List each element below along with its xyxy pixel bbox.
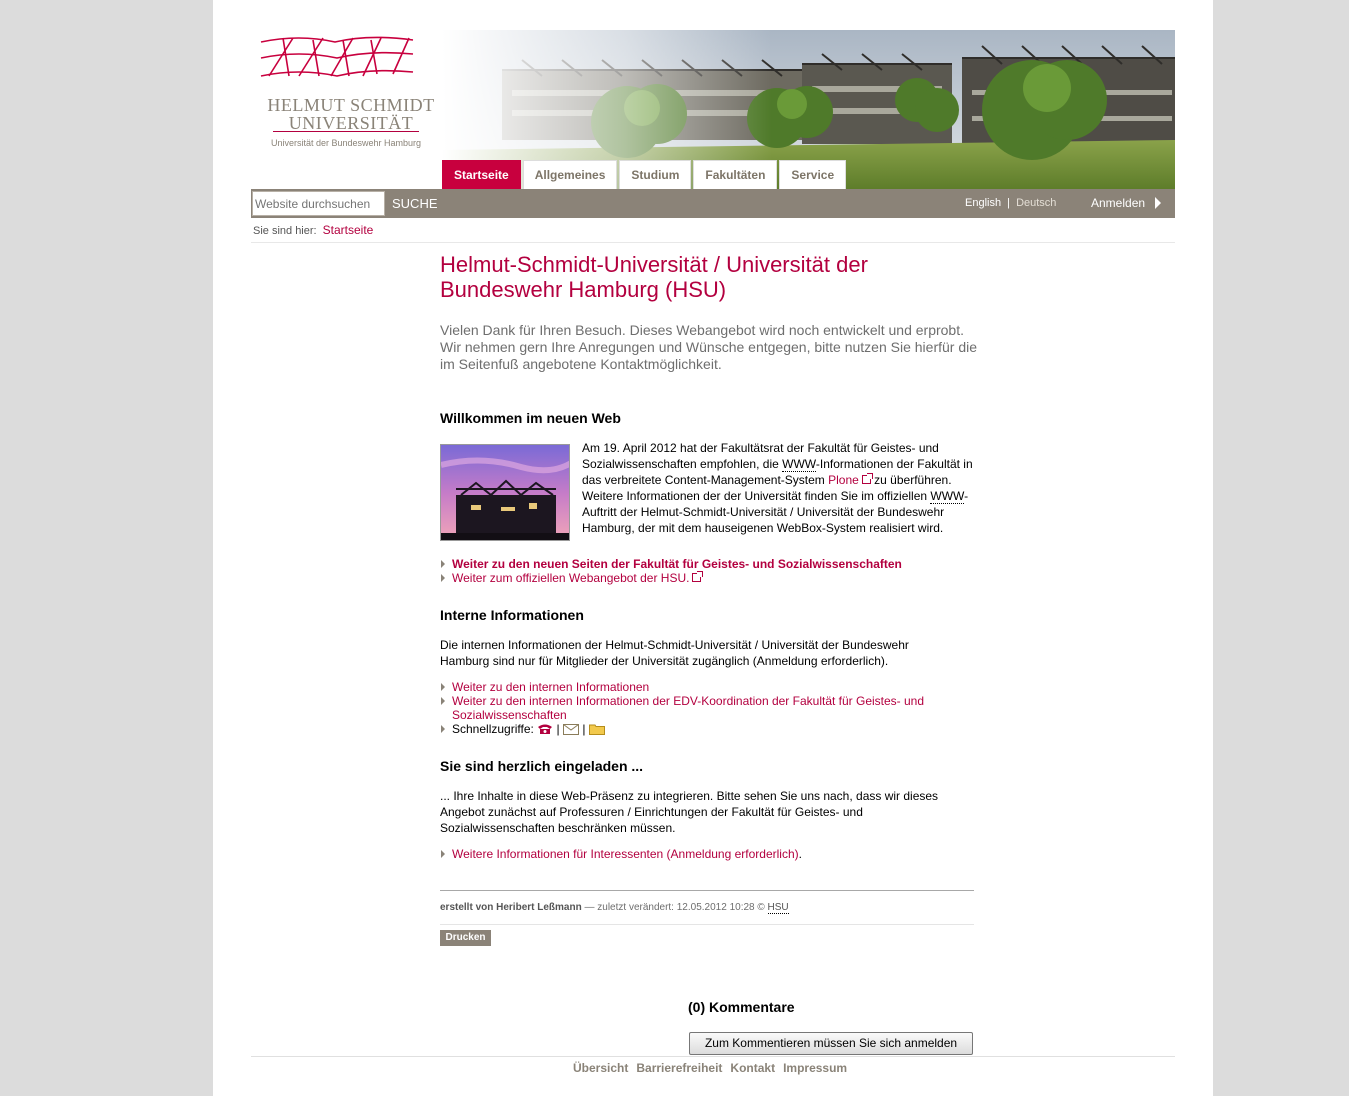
search-input[interactable] <box>252 191 385 216</box>
link-official-hsu[interactable]: Weiter zum offiziellen Webangebot der HS… <box>440 571 980 585</box>
login-button[interactable]: Anmelden <box>1091 189 1162 218</box>
logo-rule <box>273 131 419 132</box>
internal-text: Die internen Informationen der Helmut-Sc… <box>440 638 909 668</box>
footer-link-imprint[interactable]: Impressum <box>783 1061 847 1075</box>
page-lead: Vielen Dank für Ihren Besuch. Dieses Web… <box>440 322 978 372</box>
abbr-www-2: WWW <box>930 489 965 504</box>
main-nav: Startseite Allgemeines Studium Fakultäte… <box>442 160 847 189</box>
print-button[interactable]: Drucken <box>440 930 491 946</box>
welcome-text: Am 19. April 2012 hat der Fakultätsrat d… <box>582 440 974 536</box>
phone-icon[interactable] <box>537 723 553 735</box>
building-photo <box>440 444 570 541</box>
byline-org: HSU <box>767 902 789 914</box>
section-heading-invited: Sie sind herzlich eingeladen ... <box>440 758 644 774</box>
lang-deutsch-link[interactable]: Deutsch <box>1016 197 1056 209</box>
arrow-right-icon <box>1155 197 1162 209</box>
search-button[interactable]: SUCHE <box>392 189 438 218</box>
breadcrumb: Sie sind hier: Startseite <box>253 223 373 237</box>
lang-separator: | <box>1007 197 1010 209</box>
tab-studium[interactable]: Studium <box>619 160 692 189</box>
welcome-block: Am 19. April 2012 hat der Fakultätsrat d… <box>440 440 980 551</box>
divider <box>440 924 974 925</box>
link-interested-info[interactable]: Weitere Informationen für Interessenten … <box>440 847 980 861</box>
quick-access-label: Schnellzugriffe: <box>452 722 534 736</box>
plone-link[interactable]: Plone <box>828 473 859 487</box>
page-title: Helmut-Schmidt-Universität / Universität… <box>440 252 868 302</box>
footer-link-contact[interactable]: Kontakt <box>730 1061 775 1075</box>
section-heading-welcome: Willkommen im neuen Web <box>440 410 621 426</box>
link-official-hsu-label: Weiter zum offiziellen Webangebot der HS… <box>452 571 690 585</box>
internal-links: Weiter zu den internen Informationen Wei… <box>440 680 980 736</box>
tab-allgemeines[interactable]: Allgemeines <box>522 160 618 189</box>
lang-english-link[interactable]: English <box>965 197 1001 209</box>
login-label: Anmelden <box>1091 196 1146 210</box>
byline-modified: — zuletzt verändert: 12.05.2012 10:28 © <box>581 902 768 913</box>
link-interested-tail: . <box>798 847 802 861</box>
logo-line2: UNIVERSITÄT <box>288 113 414 133</box>
quick-sep-2: | <box>582 722 586 736</box>
page-sheet: HELMUT SCHMIDT UNIVERSITÄT Universität d… <box>213 0 1213 1096</box>
footer-link-overview[interactable]: Übersicht <box>573 1061 628 1075</box>
tab-fakultaeten[interactable]: Fakultäten <box>693 160 778 189</box>
logo-wing-icon <box>260 36 414 77</box>
link-internal-info-label: Weiter zu den internen Informationen <box>452 680 650 694</box>
invited-links: Weitere Informationen für Interessenten … <box>440 847 980 861</box>
tab-service[interactable]: Service <box>779 160 847 189</box>
breadcrumb-home-link[interactable]: Startseite <box>323 223 374 237</box>
main-content: Helmut-Schmidt-Universität / Universität… <box>440 252 980 861</box>
byline-author[interactable]: erstellt von Heribert Leßmann <box>440 902 582 913</box>
comments-heading: (0) Kommentare <box>688 999 795 1015</box>
logo-line1: HELMUT SCHMIDT <box>267 95 435 115</box>
section-heading-internal: Interne Informationen <box>440 607 584 623</box>
external-link-icon <box>692 571 704 582</box>
link-edv-internal-label: Weiter zu den internen Informationen der… <box>452 694 925 722</box>
logo-subtitle: Universität der Bundeswehr Hamburg <box>270 138 422 148</box>
link-new-faculty-pages[interactable]: Weiter zu den neuen Seiten der Fakultät … <box>440 557 980 571</box>
breadcrumb-label: Sie sind hier: <box>253 225 317 237</box>
invited-text: ... Ihre Inhalte in diese Web-Präsenz zu… <box>440 789 939 835</box>
divider <box>251 242 1175 243</box>
quick-access: Schnellzugriffe: | | <box>440 722 980 736</box>
divider <box>440 890 974 891</box>
quick-sep: | <box>556 722 560 736</box>
folder-icon[interactable] <box>588 723 605 735</box>
tab-startseite[interactable]: Startseite <box>442 160 521 189</box>
link-edv-internal[interactable]: Weiter zu den internen Informationen der… <box>440 694 940 722</box>
language-switcher: English | Deutsch <box>965 189 1056 218</box>
footer-nav: Übersicht Barrierefreiheit Kontakt Impre… <box>573 1061 847 1075</box>
university-logo[interactable]: HELMUT SCHMIDT UNIVERSITÄT Universität d… <box>251 30 441 160</box>
footer-link-accessibility[interactable]: Barrierefreiheit <box>636 1061 722 1075</box>
link-new-faculty-pages-label: Weiter zu den neuen Seiten der Fakultät … <box>452 557 902 571</box>
footer-divider <box>251 1056 1175 1057</box>
abbr-www: WWW <box>782 457 816 472</box>
external-link-icon <box>861 473 873 484</box>
welcome-links: Weiter zu den neuen Seiten der Fakultät … <box>440 557 980 585</box>
link-interested-info-label: Weitere Informationen für Interessenten … <box>452 847 799 861</box>
link-internal-info[interactable]: Weiter zu den internen Informationen <box>440 680 980 694</box>
mail-icon[interactable] <box>562 723 579 735</box>
login-to-comment-button[interactable]: Zum Kommentieren müssen Sie sich anmelde… <box>689 1032 973 1055</box>
document-byline: erstellt von Heribert Leßmann — zuletzt … <box>440 902 789 914</box>
logo-name: HELMUT SCHMIDT UNIVERSITÄT <box>261 96 441 132</box>
